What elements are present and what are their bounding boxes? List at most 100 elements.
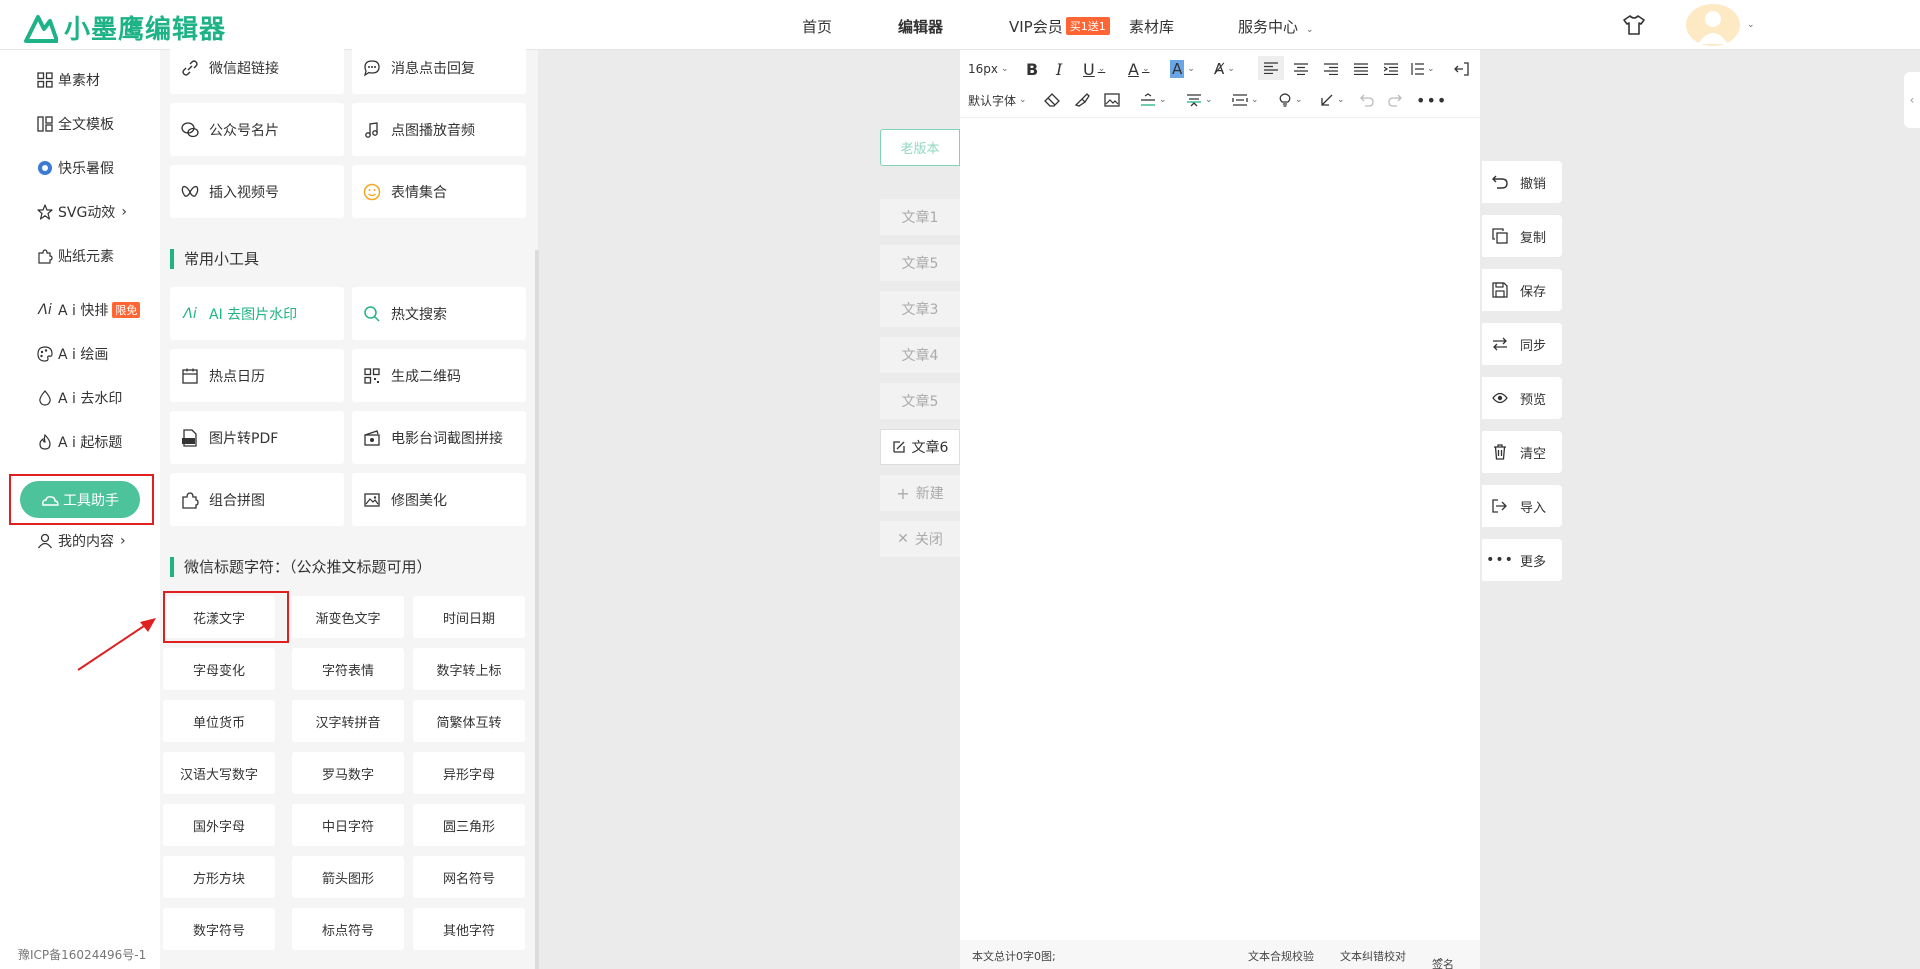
save-button[interactable]: 保存	[1482, 269, 1562, 311]
tool-image-audio[interactable]: 点图播放音频	[352, 103, 526, 156]
icp-license[interactable]: 豫ICP备16024496号-1	[18, 946, 146, 963]
nav-home[interactable]: 首页	[802, 16, 832, 37]
underline-icon[interactable]: U ⌄	[1083, 59, 1105, 79]
undo-button[interactable]: 撤销	[1482, 161, 1562, 203]
char-button-traditional-simplified[interactable]: 简繁体互转	[413, 700, 525, 742]
tool-emoji[interactable]: 表情集合	[352, 165, 526, 218]
letter-spacing-icon[interactable]: ⌄	[1232, 90, 1259, 110]
tool-wechat-link[interactable]: 微信超链接	[170, 41, 344, 94]
char-button-circle-triangle[interactable]: 圆三角形	[413, 804, 525, 846]
char-button-char-emoji[interactable]: 字符表情	[292, 648, 404, 690]
undo-icon[interactable]	[1360, 90, 1374, 110]
copy-button[interactable]: 复制	[1482, 215, 1562, 257]
char-button-square-blocks[interactable]: 方形方块	[163, 856, 275, 898]
char-button-roman-numerals[interactable]: 罗马数字	[292, 752, 404, 794]
char-button-gradient-text[interactable]: 渐变色文字	[292, 596, 404, 638]
compliance-check-button[interactable]: 文本合规校验	[1248, 948, 1314, 964]
tool-movie-screenshot[interactable]: 电影台词截图拼接	[352, 411, 526, 464]
char-button-foreign-letters[interactable]: 国外字母	[163, 804, 275, 846]
avatar[interactable]	[1686, 4, 1740, 46]
sidebar-item-single-material[interactable]: 单素材	[36, 70, 100, 90]
tool-collage[interactable]: 组合拼图	[170, 473, 344, 526]
old-version-button[interactable]: 老版本	[880, 129, 960, 166]
char-button-number-superscript[interactable]: 数字转上标	[413, 648, 525, 690]
nav-vip[interactable]: VIP会员 买1送1	[1009, 16, 1110, 37]
char-button-hanzi-pinyin[interactable]: 汉字转拼音	[292, 700, 404, 742]
sidebar-item-stickers[interactable]: 贴纸元素	[36, 246, 114, 266]
font-family-select[interactable]: 默认字体 ⌄	[968, 90, 1027, 110]
collapse-panel-button[interactable]: ‹	[1904, 72, 1920, 128]
editor-canvas[interactable]	[960, 50, 1480, 969]
tool-qrcode[interactable]: 生成二维码	[352, 349, 526, 402]
skin-shirt-icon[interactable]	[1622, 14, 1646, 36]
format-brush-icon[interactable]	[1074, 90, 1090, 110]
sidebar-item-svg-effects[interactable]: SVG动效 ›	[36, 202, 127, 222]
font-size-select[interactable]: 16px ⌄	[968, 59, 1009, 79]
align-center-icon[interactable]	[1294, 59, 1308, 79]
tool-insert-video[interactable]: 插入视频号	[170, 165, 344, 218]
scrollbar[interactable]	[535, 250, 539, 969]
font-color-icon[interactable]: A ⌄	[1128, 59, 1150, 79]
preview-button[interactable]: 预览	[1482, 377, 1562, 419]
close-article-button[interactable]: ✕ 关闭	[880, 521, 960, 557]
article-tab[interactable]: 文章5	[880, 245, 960, 281]
char-button-cjk-chars[interactable]: 中日字符	[292, 804, 404, 846]
char-button-number-symbols[interactable]: 数字符号	[163, 908, 275, 950]
proofread-button[interactable]: 文本纠错校对	[1340, 948, 1406, 964]
eraser-icon[interactable]	[1044, 90, 1060, 110]
tool-image-to-pdf[interactable]: 图片转PDF	[170, 411, 344, 464]
sidebar-item-full-template[interactable]: 全文模板	[36, 114, 114, 134]
more-icon[interactable]: •••	[1416, 90, 1447, 110]
line-height-icon[interactable]: ⌄	[1410, 59, 1435, 79]
sidebar-item-my-content[interactable]: 我的内容 ›	[36, 531, 126, 551]
sidebar-item-summer[interactable]: 快乐暑假	[36, 158, 114, 178]
paragraph-spacing-icon[interactable]: ⌄	[1186, 90, 1213, 110]
import-button[interactable]: 导入	[1482, 485, 1562, 527]
clear-format-icon[interactable]: Ⱥ ⌄	[1214, 59, 1235, 79]
nav-service[interactable]: 服务中心 ⌄	[1238, 16, 1314, 37]
indent-icon[interactable]	[1384, 59, 1398, 79]
tool-account-card[interactable]: 公众号名片	[170, 103, 344, 156]
image-icon[interactable]	[1104, 90, 1120, 110]
char-button-letter-change[interactable]: 字母变化	[163, 648, 275, 690]
article-tab-active[interactable]: 文章6	[880, 429, 960, 465]
align-left-icon[interactable]	[1258, 56, 1284, 80]
divider-icon[interactable]: ⌄	[1140, 90, 1167, 110]
more-button[interactable]: ••• 更多	[1482, 539, 1562, 581]
bold-icon[interactable]: B	[1026, 59, 1038, 79]
tool-photo-beautify[interactable]: 修图美化	[352, 473, 526, 526]
char-button-punctuation[interactable]: 标点符号	[292, 908, 404, 950]
exit-icon[interactable]	[1454, 59, 1470, 79]
sidebar-item-ai-layout[interactable]: Λi A i 快排 限免	[36, 300, 141, 320]
article-tab[interactable]: 文章1	[880, 199, 960, 235]
tool-message-reply[interactable]: 消息点击回复	[352, 41, 526, 94]
article-tab[interactable]: 文章4	[880, 337, 960, 373]
sidebar-item-ai-draw[interactable]: A i 绘画	[36, 344, 108, 364]
arrow-icon[interactable]: ⌄	[1320, 90, 1345, 110]
char-button-currency[interactable]: 单位货币	[163, 700, 275, 742]
sidebar-item-ai-watermark[interactable]: A i 去水印	[36, 388, 122, 408]
char-button-special-letters[interactable]: 异形字母	[413, 752, 525, 794]
sync-button[interactable]: 同步	[1482, 323, 1562, 365]
sidebar-item-ai-title[interactable]: A i 起标题	[36, 432, 122, 452]
new-article-button[interactable]: + 新建	[880, 475, 960, 511]
article-tab[interactable]: 文章3	[880, 291, 960, 327]
clear-button[interactable]: 清空	[1482, 431, 1562, 473]
align-right-icon[interactable]	[1324, 59, 1338, 79]
char-button-nickname-symbols[interactable]: 网名符号	[413, 856, 525, 898]
italic-icon[interactable]: I	[1056, 59, 1062, 79]
bg-color-icon[interactable]: A ⌄	[1170, 59, 1195, 79]
char-button-chinese-numerals[interactable]: 汉语大写数字	[163, 752, 275, 794]
char-button-arrow-shapes[interactable]: 箭头图形	[292, 856, 404, 898]
align-justify-icon[interactable]	[1354, 59, 1368, 79]
sidebar-item-tools[interactable]: 工具助手	[20, 481, 140, 518]
char-button-datetime[interactable]: 时间日期	[413, 596, 525, 638]
chevron-down-icon[interactable]: ⌄	[1747, 20, 1755, 30]
char-button-other-chars[interactable]: 其他字符	[413, 908, 525, 950]
bulb-icon[interactable]: ⌄	[1278, 90, 1303, 110]
tool-ai-remove-watermark[interactable]: Λi AI 去图片水印	[170, 287, 344, 340]
tool-hot-search[interactable]: 热文搜索	[352, 287, 526, 340]
article-tab[interactable]: 文章5	[880, 383, 960, 419]
redo-icon[interactable]	[1388, 90, 1402, 110]
nav-editor[interactable]: 编辑器	[898, 16, 943, 37]
